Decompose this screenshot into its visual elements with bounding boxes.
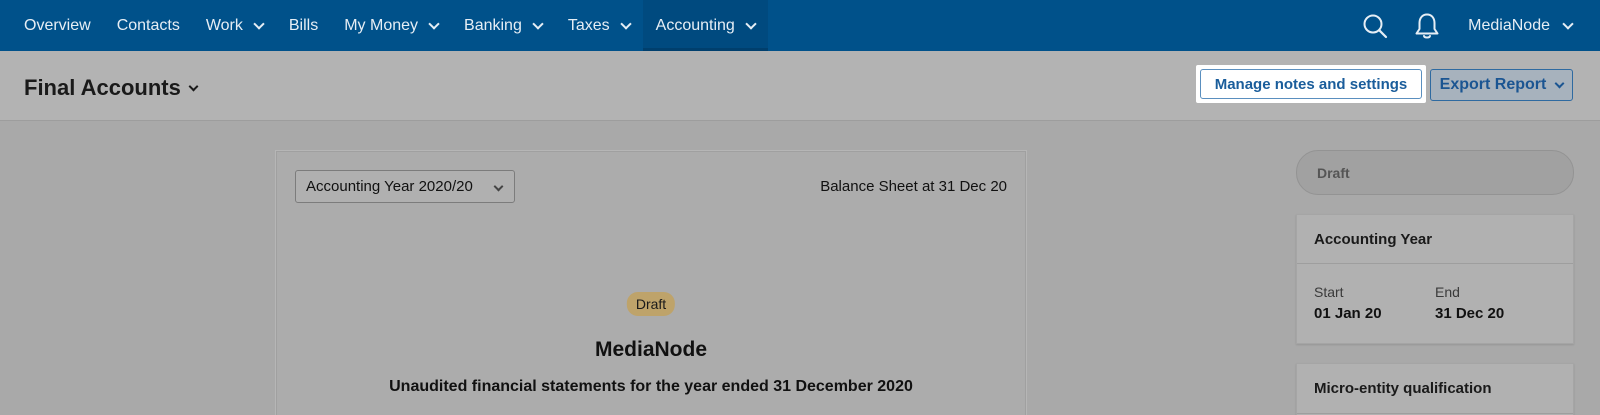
nav-actions: MediaNode	[1338, 0, 1600, 51]
chevron-down-icon	[253, 17, 265, 30]
nav-item-banking[interactable]: Banking	[451, 0, 555, 51]
chevron-down-icon	[532, 17, 544, 30]
end-date: End 31 Dec 20	[1435, 284, 1556, 322]
micro-entity-card: Micro-entity qualification	[1296, 363, 1574, 415]
accounting-year-card: Accounting Year Start 01 Jan 20 End 31 D…	[1296, 214, 1574, 344]
chevron-down-icon	[619, 17, 632, 30]
start-date-value: 01 Jan 20	[1314, 305, 1382, 322]
nav-item-work[interactable]: Work	[193, 0, 276, 51]
accounting-year-select[interactable]: Accounting Year 2020/20	[295, 170, 515, 203]
start-date-label: Start	[1314, 284, 1344, 300]
search-icon-graphic	[1363, 14, 1388, 38]
page-title-dropdown[interactable]: Final Accounts	[24, 75, 199, 101]
balance-sheet-date: Balance Sheet at 31 Dec 20	[820, 178, 1007, 195]
chevron-down-icon	[428, 17, 440, 30]
nav-item-accounting[interactable]: Accounting	[642, 0, 768, 51]
card-title: Accounting Year	[1297, 215, 1573, 264]
chevron-down-icon	[1562, 17, 1574, 30]
date-range: Start 01 Jan 20 End 31 Dec 20	[1297, 264, 1573, 322]
nav-item-taxes[interactable]: Taxes	[555, 0, 643, 51]
status-pill: Draft	[1296, 150, 1574, 195]
nav-item-label: Bills	[288, 16, 319, 34]
nav-item-label: Taxes	[567, 16, 610, 34]
user-menu[interactable]: MediaNode	[1468, 16, 1574, 35]
chevron-down-icon	[745, 17, 757, 30]
statement-title: Unaudited financial statements for the y…	[389, 378, 913, 395]
chevron-down-icon	[188, 81, 199, 91]
manage-notes-button[interactable]: Manage notes and settings	[1200, 69, 1422, 99]
nav-item-bills[interactable]: Bills	[276, 0, 331, 51]
nav-item-label: Accounting	[655, 16, 735, 34]
end-date-label: End	[1435, 284, 1460, 300]
chevron-down-icon	[1554, 78, 1565, 88]
draft-badge: Draft	[626, 292, 676, 316]
export-report-label: Export Report	[1439, 76, 1547, 93]
user-name: MediaNode	[1468, 16, 1550, 34]
nav-item-label: Contacts	[116, 16, 180, 34]
manage-notes-highlight: Manage notes and settings	[1196, 65, 1426, 103]
start-date: Start 01 Jan 20	[1314, 284, 1435, 322]
nav-item-overview[interactable]: Overview	[11, 0, 104, 51]
company-name: MediaNode	[594, 338, 707, 361]
nav-item-my-money[interactable]: My Money	[331, 0, 451, 51]
nav-item-label: My Money	[344, 16, 419, 34]
nav-item-contacts[interactable]: Contacts	[104, 0, 193, 51]
nav-item-label: Banking	[464, 16, 522, 34]
bell-icon-graphic	[1415, 13, 1439, 38]
status-label: Draft	[1317, 164, 1350, 181]
page-header: Final Accounts Manage notes and settings…	[0, 51, 1600, 121]
nav-item-label: Work	[205, 16, 243, 34]
card-title: Micro-entity qualification	[1297, 364, 1573, 414]
search-icon[interactable]	[1360, 11, 1390, 41]
report-preview: Accounting Year 2020/20 Balance Sheet at…	[276, 151, 1026, 415]
top-navigation: Overview Contacts Work Bills My Money Ba…	[0, 0, 1600, 51]
export-report-button[interactable]: Export Report	[1430, 69, 1573, 101]
bell-icon[interactable]	[1412, 11, 1442, 41]
page-title: Final Accounts	[24, 75, 181, 100]
nav-item-label: Overview	[24, 16, 91, 34]
end-date-value: 31 Dec 20	[1435, 305, 1505, 322]
nav-menu: Overview Contacts Work Bills My Money Ba…	[0, 0, 768, 51]
chevron-down-icon	[493, 181, 504, 192]
accounting-year-value: Accounting Year 2020/20	[306, 178, 473, 195]
